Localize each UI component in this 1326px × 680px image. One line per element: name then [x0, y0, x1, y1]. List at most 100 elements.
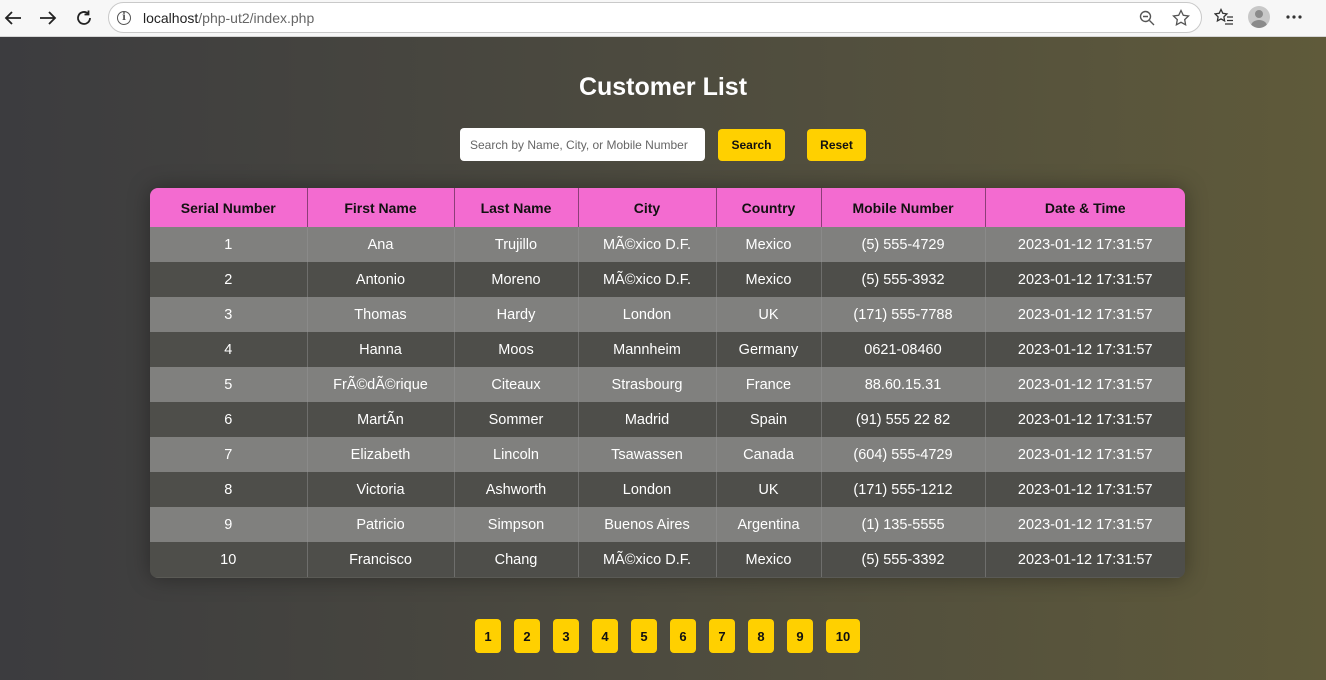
page-button-5[interactable]: 5	[631, 619, 657, 653]
cell-date-time: 2023-01-12 17:31:57	[985, 402, 1185, 437]
search-button[interactable]: Search	[718, 129, 785, 161]
cell-first-name: Francisco	[307, 542, 455, 577]
cell-city: Mannheim	[578, 332, 717, 367]
cell-mobile-number: (5) 555-3392	[821, 542, 986, 577]
table-row: 9 Patricio Simpson Buenos Aires Argentina (1)…	[150, 507, 1185, 542]
page-body: Customer List Search Reset Serial Number…	[0, 37, 1326, 680]
cell-first-name: Hanna	[307, 332, 455, 367]
cell-mobile-number: (1) 135-5555	[821, 507, 986, 542]
cell-mobile-number: (604) 555-4729	[821, 437, 986, 472]
cell-city: Strasbourg	[578, 367, 717, 402]
page-button-7[interactable]: 7	[709, 619, 735, 653]
table-row: 8 Victoria Ashworth London UK (171) 555-1212 2…	[150, 472, 1185, 507]
cell-last-name: Chang	[454, 542, 579, 577]
reload-icon[interactable]	[71, 6, 97, 30]
cell-first-name: Patricio	[307, 507, 455, 542]
favorites-icon[interactable]	[1214, 7, 1234, 27]
cell-first-name: Ana	[307, 227, 455, 262]
cell-last-name: Lincoln	[454, 437, 579, 472]
page-button-9[interactable]: 9	[787, 619, 813, 653]
cell-city: London	[578, 472, 717, 507]
star-icon[interactable]	[1171, 8, 1191, 28]
page-button-8[interactable]: 8	[748, 619, 774, 653]
cell-country: Germany	[716, 332, 822, 367]
header-first-name: First Name	[307, 188, 455, 227]
forward-arrow-icon[interactable]	[35, 6, 61, 30]
url-host: localhost	[143, 9, 199, 26]
info-icon[interactable]: i	[117, 10, 131, 25]
cell-country: Spain	[716, 402, 822, 437]
cell-date-time: 2023-01-12 17:31:57	[985, 262, 1185, 297]
cell-mobile-number: 0621-08460	[821, 332, 986, 367]
avatar-icon[interactable]	[1248, 6, 1270, 28]
cell-date-time: 2023-01-12 17:31:57	[985, 332, 1185, 367]
cell-date-time: 2023-01-12 17:31:57	[985, 437, 1185, 472]
cell-first-name: Victoria	[307, 472, 455, 507]
table-row: 4 Hanna Moos Mannheim Germany 0621-08460 2023-…	[150, 332, 1185, 367]
cell-city: Madrid	[578, 402, 717, 437]
header-serial-number: Serial Number	[150, 188, 308, 227]
cell-mobile-number: (5) 555-4729	[821, 227, 986, 262]
reset-button[interactable]: Reset	[807, 129, 866, 161]
url-text[interactable]: localhost/php-ut2/index.php	[143, 10, 314, 26]
pagination: 1 2 3 4 5 6 7 8 9 10	[475, 619, 860, 653]
cell-last-name: Moreno	[454, 262, 579, 297]
cell-country: France	[716, 367, 822, 402]
cell-country: Mexico	[716, 227, 822, 262]
url-path: /php-ut2/index.php	[198, 9, 315, 26]
cell-city: London	[578, 297, 717, 332]
cell-serial-number: 8	[150, 472, 308, 507]
cell-first-name: FrÃ©dÃ©rique	[307, 367, 455, 402]
cell-city: MÃ©xico D.F.	[578, 262, 717, 297]
cell-serial-number: 9	[150, 507, 308, 542]
page-button-4[interactable]: 4	[592, 619, 618, 653]
search-input[interactable]	[460, 128, 705, 161]
cell-serial-number: 2	[150, 262, 308, 297]
cell-mobile-number: 88.60.15.31	[821, 367, 986, 402]
cell-last-name: Citeaux	[454, 367, 579, 402]
cell-date-time: 2023-01-12 17:31:57	[985, 297, 1185, 332]
cell-city: MÃ©xico D.F.	[578, 542, 717, 577]
cell-serial-number: 4	[150, 332, 308, 367]
cell-city: MÃ©xico D.F.	[578, 227, 717, 262]
more-icon[interactable]	[1284, 7, 1304, 27]
table-header-row: Serial Number First Name Last Name City …	[150, 188, 1185, 227]
cell-date-time: 2023-01-12 17:31:57	[985, 227, 1185, 262]
cell-serial-number: 3	[150, 297, 308, 332]
cell-date-time: 2023-01-12 17:31:57	[985, 542, 1185, 577]
header-mobile-number: Mobile Number	[821, 188, 986, 227]
cell-date-time: 2023-01-12 17:31:57	[985, 472, 1185, 507]
cell-city: Tsawassen	[578, 437, 717, 472]
cell-country: Argentina	[716, 507, 822, 542]
cell-serial-number: 1	[150, 227, 308, 262]
address-bar[interactable]: i localhost/php-ut2/index.php	[108, 2, 1202, 33]
cell-last-name: Ashworth	[454, 472, 579, 507]
cell-first-name: MartÃn	[307, 402, 455, 437]
zoom-out-icon[interactable]	[1137, 8, 1157, 28]
cell-mobile-number: (91) 555 22 82	[821, 402, 986, 437]
back-arrow-icon[interactable]	[0, 6, 26, 30]
page-button-1[interactable]: 1	[475, 619, 501, 653]
cell-country: Mexico	[716, 542, 822, 577]
cell-first-name: Thomas	[307, 297, 455, 332]
page-button-3[interactable]: 3	[553, 619, 579, 653]
table-row: 10 Francisco Chang MÃ©xico D.F. Mexico (5) 55…	[150, 542, 1185, 577]
page-button-6[interactable]: 6	[670, 619, 696, 653]
table-row: 2 Antonio Moreno MÃ©xico D.F. Mexico (5) 555-…	[150, 262, 1185, 297]
table-row: 1 Ana Trujillo MÃ©xico D.F. Mexico (5) 555-47…	[150, 227, 1185, 262]
cell-country: Mexico	[716, 262, 822, 297]
page-button-2[interactable]: 2	[514, 619, 540, 653]
cell-serial-number: 6	[150, 402, 308, 437]
cell-country: UK	[716, 472, 822, 507]
cell-last-name: Sommer	[454, 402, 579, 437]
page-button-10[interactable]: 10	[826, 619, 860, 653]
table-row: 5 FrÃ©dÃ©rique Citeaux Strasbourg France 88.6…	[150, 367, 1185, 402]
header-date-time: Date & Time	[985, 188, 1185, 227]
cell-city: Buenos Aires	[578, 507, 717, 542]
cell-serial-number: 10	[150, 542, 308, 577]
cell-mobile-number: (171) 555-7788	[821, 297, 986, 332]
cell-first-name: Elizabeth	[307, 437, 455, 472]
cell-first-name: Antonio	[307, 262, 455, 297]
header-country: Country	[716, 188, 822, 227]
cell-date-time: 2023-01-12 17:31:57	[985, 507, 1185, 542]
